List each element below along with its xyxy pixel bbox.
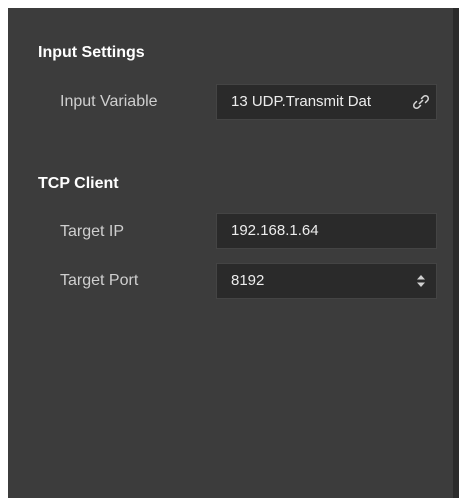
target-ip-value: 192.168.1.64 (231, 222, 319, 239)
target-ip-field[interactable]: 192.168.1.64 (216, 213, 437, 249)
properties-panel (8, 8, 453, 498)
section-title-tcp-client: TCP Client (38, 175, 119, 192)
link-icon[interactable] (412, 94, 430, 110)
input-variable-field[interactable]: 13 UDP.Transmit Dat (216, 84, 437, 120)
panel-edge (453, 8, 459, 498)
target-port-field[interactable]: 8192 (216, 263, 437, 299)
field-label-input-variable: Input Variable (60, 93, 158, 110)
section-title-input-settings: Input Settings (38, 44, 145, 61)
spinner-icon[interactable] (416, 274, 426, 288)
field-label-target-port: Target Port (60, 272, 139, 289)
input-variable-value: 13 UDP.Transmit Dat (231, 93, 372, 110)
field-label-target-ip: Target IP (60, 223, 125, 240)
target-port-value: 8192 (231, 272, 265, 289)
